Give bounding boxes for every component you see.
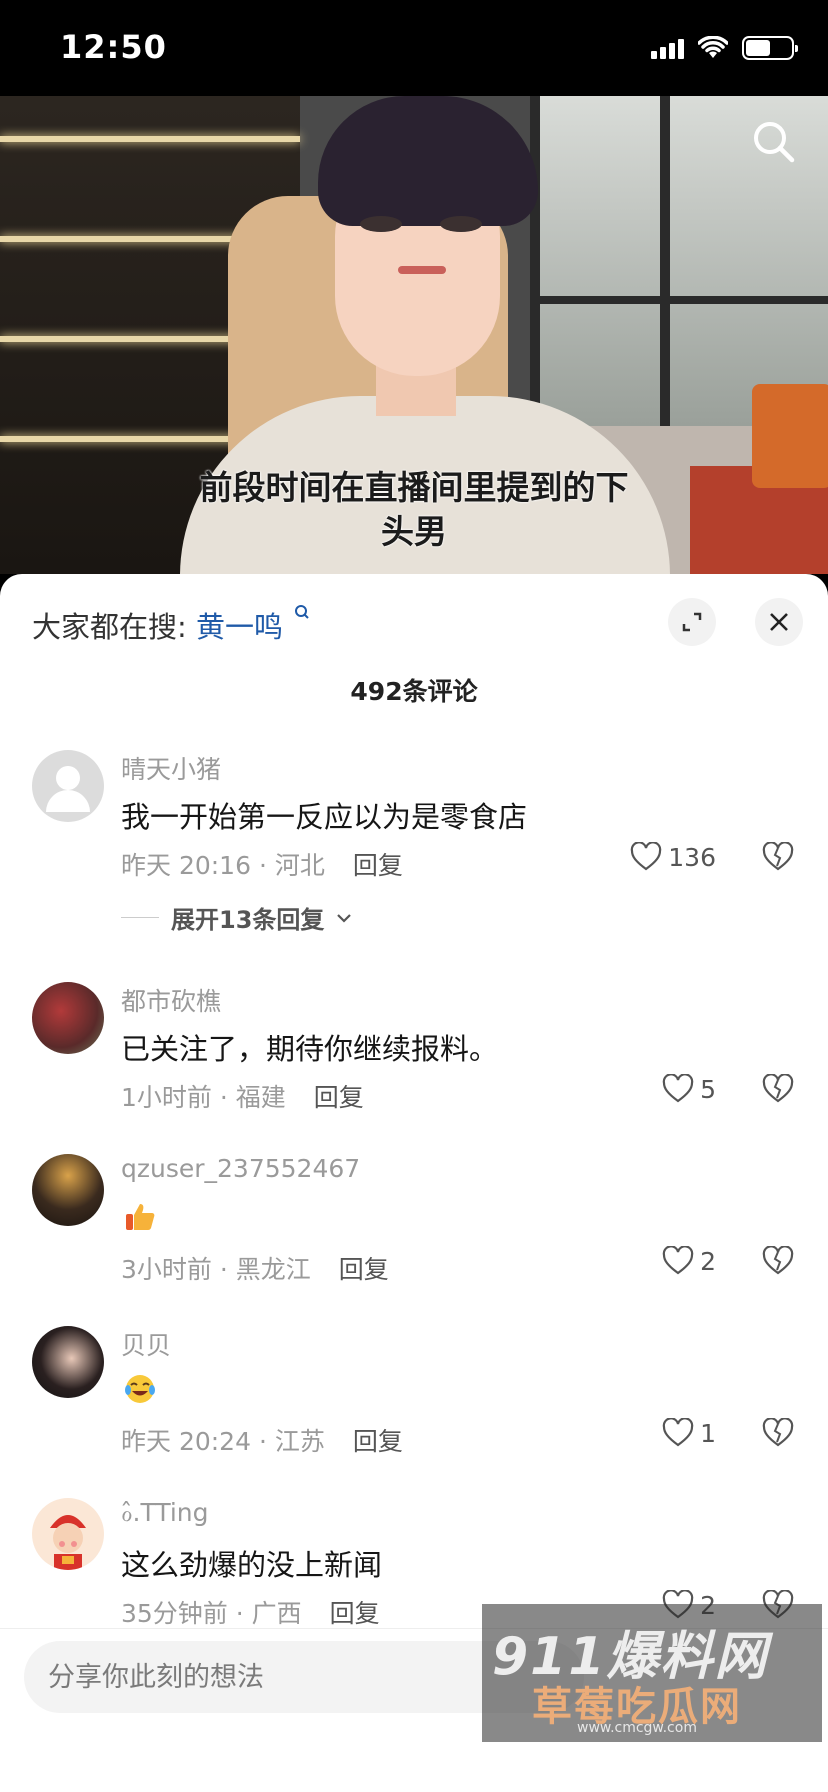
comment-time-location: 35分钟前 · 广西: [121, 1599, 302, 1628]
heart-icon: [662, 1246, 694, 1275]
comment-text: 这么劲爆的没上新闻: [121, 1548, 383, 1582]
chevron-down-icon: [337, 913, 352, 923]
comment-item: 都市砍樵 已关注了，期待你继续报料。 1小时前 · 福建 回复 5: [0, 982, 828, 1132]
trending-label: 大家都在搜:: [32, 610, 187, 644]
close-icon: [770, 613, 788, 631]
reply-button[interactable]: 回复: [314, 1083, 364, 1112]
signal-icon: [651, 37, 684, 59]
comment-meta: 昨天 20:24 · 江苏 回复: [121, 1422, 403, 1458]
comment-username[interactable]: ℴ̂.TTing: [121, 1498, 209, 1527]
status-time: 12:50: [60, 28, 167, 66]
broken-heart-icon: [762, 1245, 794, 1275]
broken-heart-icon: [762, 1417, 794, 1447]
comment-username[interactable]: 都市砍樵: [121, 982, 221, 1018]
status-bar: 12:50: [0, 0, 828, 96]
expand-icon: [682, 612, 702, 632]
heart-icon: [631, 842, 662, 871]
wifi-icon: [698, 36, 728, 58]
video-caption-line: 前段时间在直播间里提到的下: [199, 468, 629, 507]
expand-button[interactable]: [668, 598, 716, 646]
comment-time-location: 3小时前 · 黑龙江: [121, 1255, 311, 1284]
dislike-button[interactable]: [762, 1073, 794, 1108]
avatar[interactable]: [32, 982, 104, 1054]
watermark-url: www.cmcgw.com: [577, 1720, 697, 1736]
comment-time-location: 昨天 20:16 · 河北: [121, 851, 325, 880]
close-button[interactable]: [755, 598, 803, 646]
reply-button[interactable]: 回复: [339, 1255, 389, 1284]
comment-username[interactable]: 贝贝: [121, 1326, 171, 1362]
like-button[interactable]: 5: [662, 1074, 716, 1104]
expand-replies-button[interactable]: 展开13条回复: [121, 900, 352, 935]
comment-count: 492条评论: [350, 677, 478, 706]
video-player[interactable]: 前段时间在直播间里提到的下 头男: [0, 96, 828, 574]
like-count: 136: [668, 842, 716, 872]
comment-text: 我一开始第一反应以为是零食店: [121, 800, 528, 834]
thumbs-up-emoji-icon: [126, 1204, 155, 1230]
status-icons: [651, 36, 798, 60]
video-caption: 前段时间在直播间里提到的下 头男: [0, 466, 828, 554]
heart-icon: [662, 1074, 694, 1103]
dislike-button[interactable]: [762, 1417, 794, 1452]
trending-keyword[interactable]: 黄一鸣: [196, 610, 283, 644]
comment-time-location: 1小时前 · 福建: [121, 1083, 286, 1112]
dislike-button[interactable]: [762, 841, 794, 876]
watermark: 911爆料网 草莓吃瓜网 www.cmcgw.com: [482, 1604, 822, 1742]
comment-text: 已关注了，期待你继续报料。: [121, 1032, 499, 1066]
like-count: 2: [700, 1246, 716, 1276]
avatar[interactable]: [32, 1326, 104, 1398]
avatar[interactable]: [32, 1154, 104, 1226]
comment-meta: 35分钟前 · 广西 回复: [121, 1594, 380, 1630]
like-button[interactable]: 2: [662, 1246, 716, 1276]
trending-search[interactable]: 大家都在搜: 黄一鸣: [32, 604, 310, 646]
expand-replies-label: 展开13条回复: [171, 906, 325, 934]
video-caption-line: 头男: [381, 512, 447, 551]
search-icon[interactable]: [748, 116, 798, 166]
reply-button[interactable]: 回复: [353, 851, 403, 880]
comment-time-location: 昨天 20:24 · 江苏: [121, 1427, 325, 1456]
avatar[interactable]: [32, 1498, 104, 1570]
like-button[interactable]: 1: [662, 1418, 716, 1448]
avatar[interactable]: [32, 750, 104, 822]
crying-laughing-emoji-icon: [125, 1375, 155, 1403]
dislike-button[interactable]: [762, 1245, 794, 1280]
comment-username[interactable]: qzuser_237552467: [121, 1154, 360, 1183]
battery-icon: [742, 36, 798, 60]
comment-meta: 昨天 20:16 · 河北 回复: [121, 846, 403, 882]
reply-button[interactable]: 回复: [353, 1427, 403, 1456]
like-button[interactable]: 136: [630, 842, 716, 872]
like-count: 5: [700, 1074, 716, 1104]
broken-heart-icon: [762, 1073, 794, 1103]
comment-meta: 1小时前 · 福建 回复: [121, 1078, 364, 1114]
broken-heart-icon: [762, 841, 794, 871]
comment-username[interactable]: 晴天小猪: [121, 750, 221, 786]
comment-item: 贝贝 昨天 20:24 · 江苏 回复 1: [0, 1326, 828, 1476]
heart-icon: [662, 1418, 694, 1447]
comment-meta: 3小时前 · 黑龙江 回复: [121, 1250, 389, 1286]
comment-item: 晴天小猪 我一开始第一反应以为是零食店 昨天 20:16 · 河北 回复 136 …: [0, 750, 828, 950]
search-small-icon: [295, 605, 309, 619]
like-count: 1: [700, 1418, 716, 1448]
reply-button[interactable]: 回复: [330, 1599, 380, 1628]
comment-item: qzuser_237552467 3小时前 · 黑龙江 回复 2: [0, 1154, 828, 1304]
